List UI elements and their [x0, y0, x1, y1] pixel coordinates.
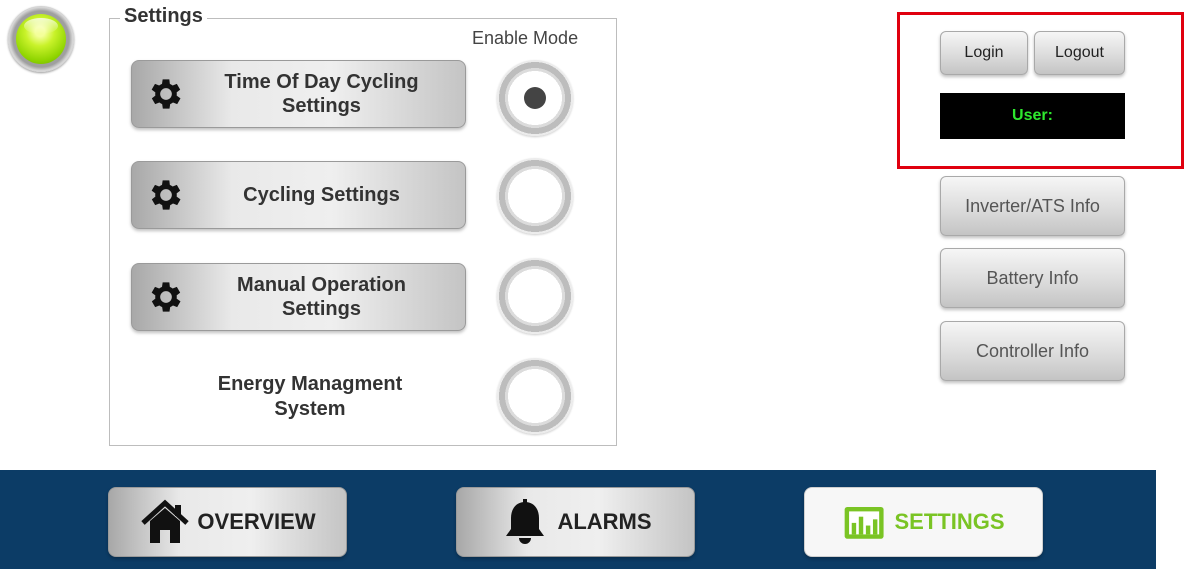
status-led-indicator	[8, 6, 74, 72]
nav-settings-label: SETTINGS	[894, 509, 1005, 534]
time-of-day-cycling-settings-button[interactable]: Time Of Day Cycling Settings	[131, 60, 466, 128]
nav-overview-label: OVERVIEW	[197, 509, 316, 534]
inverter-ats-info-button[interactable]: Inverter/ATS Info	[940, 176, 1125, 236]
gear-icon	[151, 282, 181, 312]
cycling-settings-button[interactable]: Cycling Settings	[131, 161, 466, 229]
bar-chart-icon	[845, 506, 885, 539]
login-button[interactable]: Login	[940, 31, 1028, 75]
enable-mode-header: Enable Mode	[472, 28, 579, 48]
home-icon	[141, 499, 190, 543]
manual-operation-settings-label: Manual Operation Settings	[237, 274, 406, 320]
energy-management-enable-radio[interactable]	[497, 358, 573, 434]
nav-alarms-button[interactable]: ALARMS	[456, 487, 695, 557]
user-display: User:	[940, 93, 1125, 139]
nav-alarms-label: ALARMS	[557, 509, 652, 534]
settings-group-title: Settings	[120, 5, 207, 28]
radio-selected-dot	[524, 87, 546, 109]
gear-icon	[151, 79, 181, 109]
time-of-day-cycling-settings-label: Time Of Day Cycling Settings	[224, 71, 419, 117]
time-of-day-cycling-enable-radio[interactable]	[497, 60, 573, 136]
manual-operation-settings-button[interactable]: Manual Operation Settings	[131, 263, 466, 331]
logout-button[interactable]: Logout	[1034, 31, 1125, 75]
nav-settings-button[interactable]: SETTINGS	[804, 487, 1043, 557]
controller-info-button[interactable]: Controller Info	[940, 321, 1125, 381]
bell-icon	[506, 499, 545, 544]
cycling-enable-radio[interactable]	[497, 158, 573, 234]
cycling-settings-label: Cycling Settings	[243, 184, 400, 206]
battery-info-button[interactable]: Battery Info	[940, 248, 1125, 308]
energy-management-system-label: Energy Managment System	[217, 373, 403, 420]
status-led-shine	[24, 18, 58, 34]
gear-icon	[151, 180, 181, 210]
manual-operation-enable-radio[interactable]	[497, 258, 573, 334]
nav-overview-button[interactable]: OVERVIEW	[108, 487, 347, 557]
